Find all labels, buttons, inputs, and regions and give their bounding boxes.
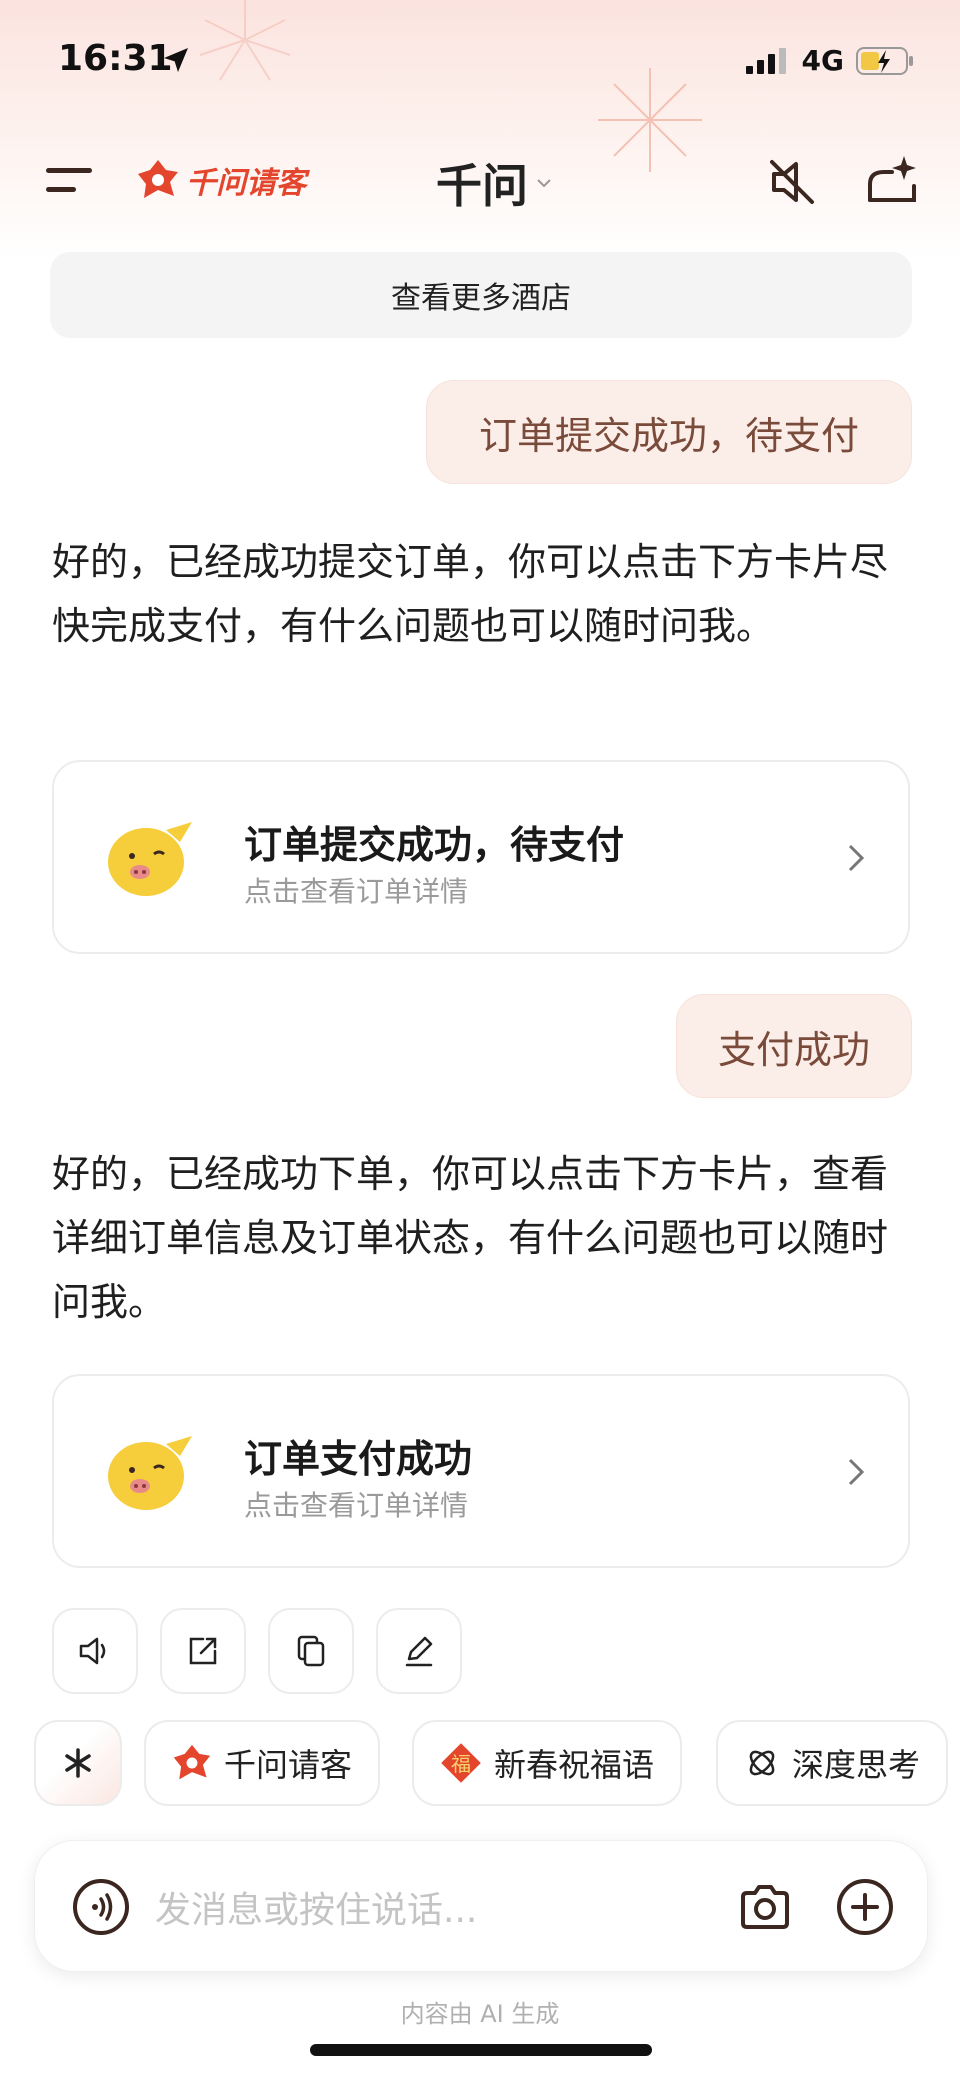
user-message-text: 订单提交成功，待支付 — [478, 413, 859, 458]
user-message-bubble: 支付成功 — [676, 994, 912, 1098]
copy-button[interactable] — [268, 1608, 354, 1694]
read-aloud-button[interactable] — [52, 1608, 138, 1694]
fu-blessing-char: 福 — [451, 1752, 471, 1776]
assistant-message-text: 好的，已经成功提交订单，你可以点击下方卡片尽快完成支付，有什么问题也可以随时问我… — [52, 540, 889, 648]
order-card-pending[interactable]: 订单提交成功，待支付 点击查看订单详情 — [52, 760, 910, 954]
top-navigation: 千问请客 千问 — [0, 140, 960, 220]
copy-icon — [297, 1635, 325, 1667]
home-indicator[interactable] — [310, 2044, 652, 2056]
agent-tools-chip[interactable] — [34, 1720, 122, 1806]
card-title: 订单支付成功 — [244, 1437, 473, 1481]
location-arrow-icon — [164, 48, 188, 72]
chip-qianwen-treat[interactable]: 千问请客 — [144, 1720, 381, 1806]
chip-deep-thinking[interactable]: 深度思考 — [716, 1720, 949, 1806]
share-button[interactable] — [160, 1608, 246, 1694]
new-chat-sparkle-icon[interactable] — [862, 150, 922, 210]
fliggy-pig-icon — [108, 822, 192, 896]
more-hotels-button[interactable]: 查看更多酒店 — [50, 252, 912, 338]
status-time: 16:31 — [58, 38, 173, 79]
user-message-bubble: 订单提交成功，待支付 — [426, 380, 912, 484]
chip-label: 深度思考 — [792, 1746, 921, 1784]
chevron-down-icon — [537, 179, 551, 188]
qianwen-logo-icon — [138, 160, 178, 198]
menu-icon[interactable] — [44, 162, 94, 198]
card-subtitle: 点击查看订单详情 — [244, 1489, 469, 1522]
card-subtitle: 点击查看订单详情 — [244, 875, 469, 908]
page-title: 千问 — [436, 159, 528, 213]
ai-generated-disclaimer: 内容由 AI 生成 — [400, 2000, 560, 2028]
order-card-paid[interactable]: 订单支付成功 点击查看订单详情 — [52, 1374, 910, 1568]
message-input-placeholder[interactable]: 发消息或按住说话... — [155, 1881, 477, 1933]
network-type: 4G — [801, 44, 844, 77]
chip-new-year-greetings[interactable]: 福 新春祝福语 — [412, 1720, 683, 1806]
model-selector[interactable]: 千问 — [436, 150, 554, 216]
chip-label: 新春祝福语 — [494, 1746, 655, 1784]
atom-think-icon — [749, 1750, 775, 1776]
quick-action-chips: 千问请客 福 新春祝福语 深度思考 — [0, 1720, 960, 1810]
speaker-mute-icon[interactable] — [764, 154, 820, 210]
chevron-right-icon — [848, 844, 865, 872]
fliggy-pig-icon — [108, 1436, 192, 1510]
status-bar: 16:31 4G — [0, 0, 960, 120]
speaker-icon — [79, 1637, 106, 1665]
asterisk-tools-icon — [65, 1748, 91, 1778]
share-icon — [189, 1637, 217, 1665]
user-message-text: 支付成功 — [717, 1027, 870, 1072]
card-title: 订单提交成功，待支付 — [244, 823, 625, 867]
plus-circle-icon[interactable] — [835, 1877, 895, 1937]
brand-logo[interactable]: 千问请客 — [136, 158, 306, 202]
fu-blessing-icon: 福 — [441, 1743, 481, 1783]
brand-text: 千问请客 — [186, 166, 306, 201]
voice-input-icon[interactable] — [71, 1877, 131, 1937]
camera-icon[interactable] — [735, 1877, 795, 1937]
status-indicators: 4G — [745, 44, 914, 77]
battery-charging-icon — [856, 46, 913, 75]
chevron-right-icon — [848, 1458, 865, 1486]
edit-button[interactable] — [376, 1608, 462, 1694]
qianwen-logo-icon — [173, 1744, 211, 1780]
pencil-icon — [405, 1636, 433, 1667]
message-input-bar[interactable]: 发消息或按住说话... — [34, 1840, 928, 1972]
assistant-message-text: 好的，已经成功下单，你可以点击下方卡片，查看详细订单信息及订单状态，有什么问题也… — [52, 1152, 889, 1324]
signal-icon — [745, 47, 786, 74]
chip-label: 千问请客 — [224, 1746, 353, 1784]
